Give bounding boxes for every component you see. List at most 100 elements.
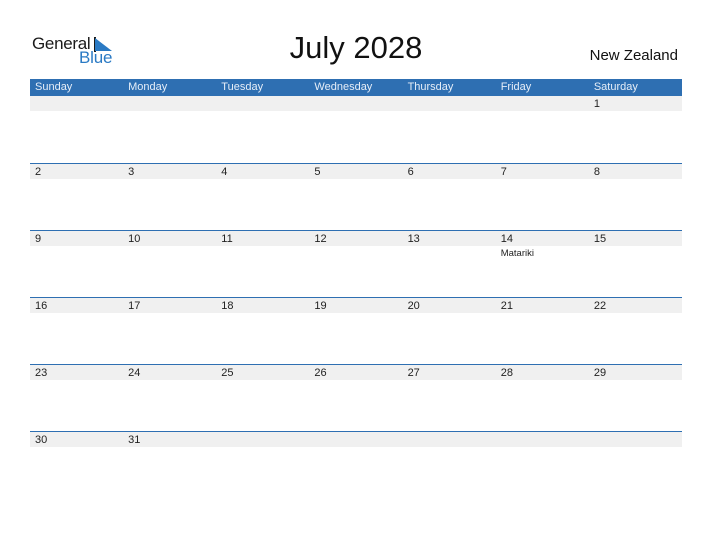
day-cell	[495, 432, 589, 498]
day-cell: 3	[123, 164, 217, 230]
weekday-header: Sunday Monday Tuesday Wednesday Thursday…	[30, 79, 682, 96]
day-number: 16	[30, 298, 124, 313]
country-label: New Zealand	[589, 47, 678, 64]
weekday-wednesday: Wednesday	[314, 81, 373, 93]
day-number: 6	[402, 164, 496, 179]
day-number: 21	[495, 298, 589, 313]
day-number: 24	[123, 365, 217, 380]
day-number: 17	[123, 298, 217, 313]
day-number	[495, 96, 589, 111]
day-cell: 8	[588, 164, 682, 230]
day-cell: 20	[402, 298, 496, 364]
day-number: 19	[309, 298, 403, 313]
week-row: 9 10 11 12 13 14 Matariki 15	[30, 230, 682, 297]
day-cell	[216, 96, 310, 163]
day-number: 20	[402, 298, 496, 313]
day-number	[123, 96, 217, 111]
day-number	[30, 96, 124, 111]
day-number	[402, 432, 496, 447]
day-number: 29	[588, 365, 682, 380]
day-cell: 21	[495, 298, 589, 364]
day-number: 8	[588, 164, 682, 179]
week-row: 2345678	[30, 163, 682, 230]
day-cell: 4	[216, 164, 310, 230]
day-cell: 16	[30, 298, 124, 364]
week-row: 30 31	[30, 431, 682, 498]
week-row: 16 17 18 19 20 21 22	[30, 297, 682, 364]
day-number	[216, 432, 310, 447]
calendar-grid: Sunday Monday Tuesday Wednesday Thursday…	[30, 79, 682, 498]
day-cell: 6	[402, 164, 496, 230]
day-number: 3	[123, 164, 217, 179]
day-cell: 27	[402, 365, 496, 431]
day-cell	[495, 96, 589, 163]
day-cell: 24	[123, 365, 217, 431]
day-cell: 7	[495, 164, 589, 230]
day-cell: 5	[309, 164, 403, 230]
day-number: 5	[309, 164, 403, 179]
day-cell: 13	[402, 231, 496, 297]
day-cell	[123, 96, 217, 163]
holiday-label: Matariki	[500, 248, 534, 259]
day-cell: 9	[30, 231, 124, 297]
day-number	[216, 96, 310, 111]
day-cell: 2	[30, 164, 124, 230]
weekday-saturday: Saturday	[593, 81, 638, 93]
day-cell: 28	[495, 365, 589, 431]
day-cell: 29	[588, 365, 682, 431]
day-number	[495, 432, 589, 447]
week-row: 23 24 25 26 27 28 29	[30, 364, 682, 431]
day-cell	[30, 96, 124, 163]
weekday-friday: Friday	[500, 81, 532, 93]
weekday-monday: Monday	[128, 81, 168, 93]
day-cell	[402, 96, 496, 163]
day-cell: 17	[123, 298, 217, 364]
day-number: 27	[402, 365, 496, 380]
day-number: 2	[30, 164, 124, 179]
day-cell: 12	[309, 231, 403, 297]
day-number: 18	[216, 298, 310, 313]
day-cell	[309, 96, 403, 163]
week-row: 1	[30, 96, 682, 163]
day-cell: 11	[216, 231, 310, 297]
day-cell: 10	[123, 231, 217, 297]
day-number: 10	[123, 231, 217, 246]
day-number: 23	[30, 365, 124, 380]
weekday-sunday: Sunday	[35, 81, 73, 93]
weeks-container: 1 2 3 4 5 6 7 8 9 10 11 12 13 14 Matariki 15 16 17 18 19 20 2…	[30, 96, 682, 498]
day-number: 11	[216, 231, 310, 246]
day-number: 4	[216, 164, 310, 179]
day-cell	[402, 432, 496, 498]
day-number: 26	[309, 365, 403, 380]
day-cell: 19	[309, 298, 403, 364]
day-cell	[216, 432, 310, 498]
day-cell: 22	[588, 298, 682, 364]
month-year-title: July 2028	[289, 30, 423, 65]
day-number: 7	[495, 164, 589, 179]
weekday-tuesday: Tuesday	[221, 81, 264, 93]
day-cell: 1	[588, 96, 682, 163]
day-number	[588, 432, 682, 447]
day-cell: 30	[30, 432, 124, 498]
day-cell: 15	[588, 231, 682, 297]
day-cell: 23	[30, 365, 124, 431]
day-number: 12	[309, 231, 403, 246]
day-number: 14	[495, 231, 589, 246]
weekday-thursday: Thursday	[407, 81, 454, 93]
day-number: 28	[495, 365, 589, 380]
day-number: 22	[588, 298, 682, 313]
day-number: 30	[30, 432, 124, 447]
day-cell: 14 Matariki	[495, 231, 589, 297]
day-cell	[588, 432, 682, 498]
day-number	[309, 96, 403, 111]
day-cell: 25	[216, 365, 310, 431]
day-number: 25	[216, 365, 310, 380]
day-cell: 26	[309, 365, 403, 431]
day-number	[402, 96, 496, 111]
day-number: 9	[30, 231, 124, 246]
day-number: 31	[123, 432, 217, 447]
day-cell: 31	[123, 432, 217, 498]
day-number	[309, 432, 403, 447]
day-cell: 18	[216, 298, 310, 364]
day-cell	[309, 432, 403, 498]
